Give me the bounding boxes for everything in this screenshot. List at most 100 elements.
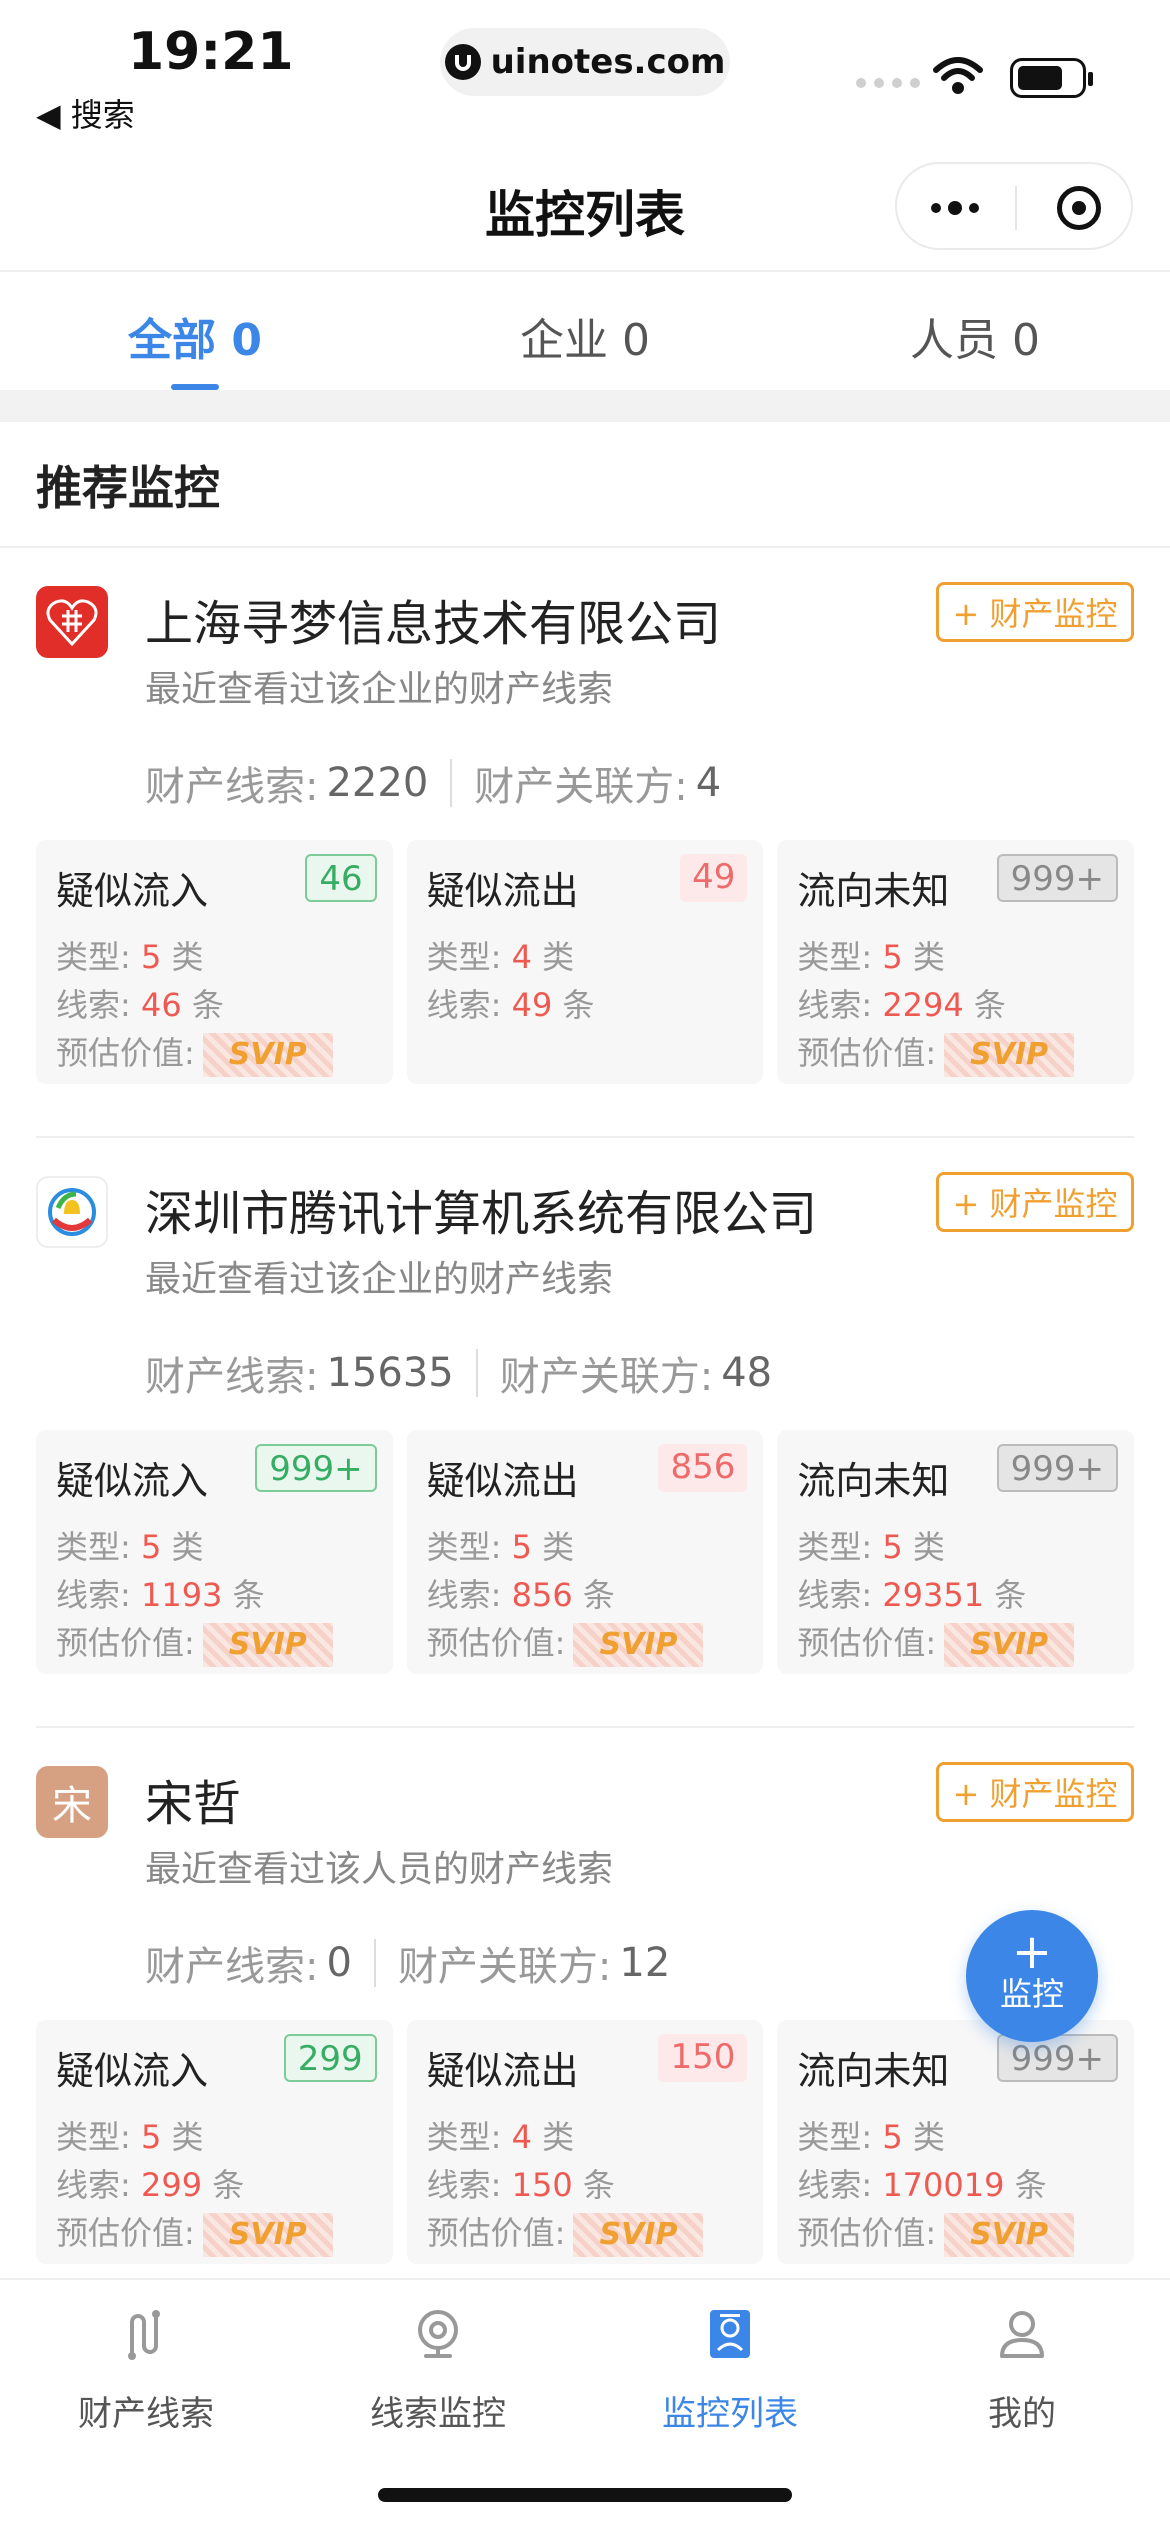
count-badge: 999+ — [996, 854, 1119, 902]
stat-value: 48 — [721, 1350, 773, 1396]
add-monitor-fab[interactable]: + 监控 — [966, 1910, 1098, 2042]
flow-box-unknown[interactable]: 流向未知 999+ 类型: 5 类 线索: 29351 条 预估价值: SVIP — [777, 1430, 1135, 1674]
clue-row: 线索: 1193 条 — [56, 1576, 265, 1614]
tab-all[interactable]: 全部 0 — [0, 272, 390, 390]
company-logo — [36, 586, 108, 658]
count-badge: 999+ — [996, 2034, 1119, 2082]
stat-value: 0 — [326, 1940, 352, 1986]
type-row: 类型: 4 类 — [426, 2118, 575, 2156]
box-title: 疑似流入 — [56, 2049, 209, 2093]
stat-label: 财产关联方: — [499, 1354, 714, 1400]
count-badge: 999+ — [255, 1444, 377, 1492]
monitor-card[interactable]: 上海寻梦信息技术有限公司 最近查看过该企业的财产线索 + 财产监控 财产线索: … — [0, 548, 1170, 1138]
count-badge: 46 — [305, 854, 377, 902]
home-indicator[interactable] — [378, 2488, 792, 2502]
value-row: 预估价值: SVIP — [797, 1618, 1075, 1667]
flow-box-in[interactable]: 疑似流入 46 类型: 5 类 线索: 46 条 预估价值: SVIP — [36, 840, 393, 1084]
status-bar: 19:21 ◀ 搜索 uinotes.com — [0, 0, 1170, 140]
value-row: 预估价值: SVIP — [797, 2208, 1075, 2257]
svip-badge[interactable]: SVIP — [202, 2213, 333, 2257]
fab-label: 监控 — [999, 1975, 1064, 2013]
type-row: 类型: 5 类 — [426, 1528, 575, 1566]
flow-box-out[interactable]: 疑似流出 49 类型: 4 类 线索: 49 条 — [406, 840, 764, 1084]
person-avatar: 宋 — [36, 1766, 108, 1838]
add-asset-monitor-button[interactable]: + 财产监控 — [936, 1762, 1134, 1822]
type-row: 类型: 5 类 — [797, 1528, 945, 1566]
filter-tabs: 全部 0 企业 0 人员 0 — [0, 272, 1170, 390]
signal-icon — [856, 78, 920, 88]
type-row: 类型: 5 类 — [56, 1528, 204, 1566]
value-row: 预估价值: SVIP — [56, 1618, 333, 1667]
clue-row: 线索: 29351 条 — [797, 1576, 1027, 1614]
svip-badge[interactable]: SVIP — [944, 1623, 1075, 1667]
svip-badge[interactable]: SVIP — [944, 2213, 1075, 2257]
plus-icon: + — [1011, 1924, 1053, 1980]
path-icon — [0, 2300, 292, 2368]
box-title: 疑似流出 — [426, 2049, 579, 2093]
monitor-card[interactable]: 深圳市腾讯计算机系统有限公司 最近查看过该企业的财产线索 + 财产监控 财产线索… — [0, 1138, 1170, 1728]
stat-label: 财产关联方: — [474, 764, 688, 810]
flow-box-out[interactable]: 疑似流出 856 类型: 5 类 线索: 856 条 预估价值: SVIP — [406, 1430, 764, 1674]
flow-box-unknown[interactable]: 流向未知 999+ 类型: 5 类 线索: 170019 条 预估价值: SVIP — [777, 2020, 1135, 2264]
type-row: 类型: 4 类 — [426, 938, 575, 976]
svip-badge[interactable]: SVIP — [944, 1033, 1075, 1077]
stats-row: 财产线索: 15635 财产关联方: 48 — [145, 1344, 772, 1402]
company-name: 上海寻梦信息技术有限公司 — [145, 596, 722, 652]
close-target-icon[interactable] — [1057, 186, 1101, 230]
svip-badge[interactable]: SVIP — [202, 1033, 333, 1077]
card-desc: 最近查看过该企业的财产线索 — [145, 1259, 614, 1300]
svip-badge[interactable]: SVIP — [202, 1623, 333, 1667]
value-row: 预估价值: SVIP — [56, 1028, 333, 1077]
count-badge: 999+ — [996, 1444, 1119, 1492]
add-asset-monitor-button[interactable]: + 财产监控 — [936, 582, 1134, 642]
value-row: 预估价值: SVIP — [797, 1028, 1075, 1077]
flow-box-unknown[interactable]: 流向未知 999+ 类型: 5 类 线索: 2294 条 预估价值: SVIP — [777, 840, 1135, 1084]
clue-row: 线索: 170019 条 — [797, 2166, 1047, 2204]
value-row: 预估价值: SVIP — [56, 2208, 333, 2257]
stat-label: 财产线索: — [145, 764, 319, 810]
value-row: 预估价值: SVIP — [427, 2208, 704, 2257]
stat-value: 15635 — [326, 1350, 454, 1396]
type-row: 类型: 5 类 — [797, 938, 945, 976]
company-logo — [36, 1176, 108, 1248]
box-title: 疑似流出 — [426, 869, 579, 913]
section-title: 推荐监控 — [36, 461, 220, 515]
count-badge: 49 — [680, 854, 748, 902]
count-badge: 299 — [283, 2034, 377, 2082]
person-name: 宋哲 — [145, 1776, 242, 1832]
flow-box-in[interactable]: 疑似流入 299 类型: 5 类 线索: 299 条 预估价值: SVIP — [36, 2020, 393, 2264]
tabbar-item-clue-monitor[interactable]: 线索监控 — [292, 2300, 584, 2435]
tab-person[interactable]: 人员 0 — [780, 272, 1170, 390]
stats-row: 财产线索: 0 财产关联方: 12 — [145, 1934, 670, 1992]
card-desc: 最近查看过该企业的财产线索 — [145, 669, 614, 710]
stat-value: 2220 — [326, 760, 429, 806]
tabbar-label: 监控列表 — [662, 2394, 798, 2434]
type-row: 类型: 5 类 — [56, 938, 204, 976]
tabbar-label: 我的 — [988, 2394, 1056, 2434]
tabbar-label: 财产线索 — [78, 2394, 214, 2434]
stat-label: 财产线索: — [145, 1354, 319, 1400]
value-row: 预估价值: SVIP — [427, 1618, 704, 1667]
tab-enterprise[interactable]: 企业 0 — [390, 272, 780, 390]
battery-icon — [1010, 58, 1093, 98]
clue-row: 线索: 2294 条 — [797, 986, 1006, 1024]
svip-badge[interactable]: SVIP — [573, 1623, 704, 1667]
clue-row: 线索: 46 条 — [56, 986, 224, 1024]
back-to-search-link[interactable]: ◀ 搜索 — [36, 90, 135, 136]
count-badge: 856 — [658, 1444, 748, 1492]
tabbar-item-mine[interactable]: 我的 — [876, 2300, 1168, 2435]
box-title: 疑似流入 — [56, 869, 209, 913]
flow-box-out[interactable]: 疑似流出 150 类型: 4 类 线索: 150 条 预估价值: SVIP — [406, 2020, 764, 2264]
stat-value: 4 — [695, 760, 722, 806]
add-asset-monitor-button[interactable]: + 财产监控 — [936, 1172, 1134, 1232]
clue-row: 线索: 150 条 — [426, 2166, 615, 2204]
more-icon[interactable] — [931, 190, 979, 226]
flow-box-in[interactable]: 疑似流入 999+ 类型: 5 类 线索: 1193 条 预估价值: SVIP — [36, 1430, 393, 1674]
tabbar-item-asset-clues[interactable]: 财产线索 — [0, 2300, 292, 2435]
url-pill[interactable]: uinotes.com — [440, 28, 730, 96]
tabbar-item-monitor-list[interactable]: 监控列表 — [584, 2300, 876, 2435]
svip-badge[interactable]: SVIP — [573, 2213, 704, 2257]
stat-label: 财产关联方: — [397, 1944, 612, 1990]
tabbar-label: 线索监控 — [370, 2394, 506, 2434]
type-row: 类型: 5 类 — [797, 2118, 945, 2156]
